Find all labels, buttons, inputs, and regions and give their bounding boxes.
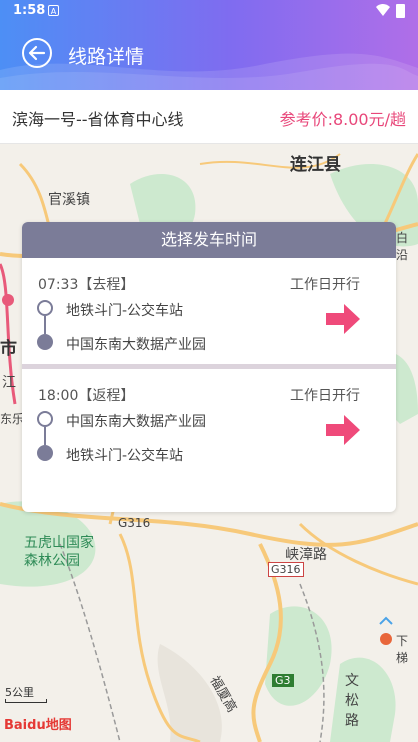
page-title: 线路详情 xyxy=(68,46,145,68)
trip-to-stop: 中国东南大数据产业园 xyxy=(66,337,206,353)
map-label-wuhushan: 五虎山国家 xyxy=(24,535,94,551)
map-label-song: 松 xyxy=(345,693,359,709)
map-label-xiazhang-road: 峡漳路 xyxy=(285,547,327,563)
map-label-wen: 文 xyxy=(345,673,359,689)
start-stop-icon xyxy=(37,300,53,316)
route-connector xyxy=(44,316,46,334)
start-stop-icon xyxy=(37,411,53,427)
dialog-title: 选择发车时间 xyxy=(22,222,396,258)
trip-item-outbound[interactable]: 07:33【去程】 工作日开行 地铁斗门-公交车站 中国东南大数据产业园 xyxy=(22,258,396,364)
trip-from-stop: 中国东南大数据产业园 xyxy=(66,414,206,430)
route-price: 参考价:8.00元/趟 xyxy=(279,110,406,129)
header-wave-decoration xyxy=(0,53,418,90)
trip-service-note: 工作日开行 xyxy=(290,388,360,404)
map-label-dongle: 东乐 xyxy=(0,412,25,426)
select-trip-arrow-icon[interactable] xyxy=(324,302,362,336)
map-label-guanxi: 官溪镇 xyxy=(48,192,90,208)
baidu-map-logo: Baidu地图 xyxy=(4,718,72,733)
departure-time-dialog: 选择发车时间 07:33【去程】 工作日开行 地铁斗门-公交车站 中国东南大数据… xyxy=(22,222,396,512)
map-label-xiati: 下梯 xyxy=(396,634,409,665)
map-label-baiyan: 白沿 xyxy=(396,231,409,262)
trip-time: 07:33【去程】 xyxy=(38,277,135,293)
wifi-icon xyxy=(376,4,390,16)
map-label-g316-a: G316 xyxy=(118,516,151,530)
trip-time: 18:00【返程】 xyxy=(38,388,135,404)
map-label-jiang: 江 xyxy=(2,375,16,391)
route-name: 滨海一号--省体育中心线 xyxy=(12,110,184,129)
end-stop-icon xyxy=(37,445,53,461)
select-trip-arrow-icon[interactable] xyxy=(324,413,362,447)
map-scale-bar xyxy=(5,699,47,703)
status-time: 1:58 xyxy=(13,3,46,18)
trip-item-return[interactable]: 18:00【返程】 工作日开行 中国东南大数据产业园 地铁斗门-公交车站 xyxy=(22,364,396,475)
status-bar: 1:58 A xyxy=(0,0,418,22)
map-label-lianjiang: 连江县 xyxy=(290,155,341,175)
map-label-shi: 市 xyxy=(0,339,17,359)
map-label-forest-park: 森林公园 xyxy=(24,553,80,569)
map-label-lu: 路 xyxy=(345,713,359,729)
trip-from-stop: 地铁斗门-公交车站 xyxy=(66,303,184,319)
map-label-g316-b: G316 xyxy=(268,562,304,577)
battery-icon xyxy=(396,4,405,18)
end-stop-icon xyxy=(37,334,53,350)
back-arrow-icon xyxy=(28,45,46,61)
map-label-g3: G3 xyxy=(272,674,294,687)
route-connector xyxy=(44,427,46,445)
map-scale-label: 5公里 xyxy=(5,686,34,699)
notification-a-icon: A xyxy=(48,5,59,16)
trip-service-note: 工作日开行 xyxy=(290,277,360,293)
route-info-bar: 滨海一号--省体育中心线 参考价:8.00元/趟 xyxy=(0,90,418,144)
trip-to-stop: 地铁斗门-公交车站 xyxy=(66,448,184,464)
back-button[interactable] xyxy=(22,38,52,68)
